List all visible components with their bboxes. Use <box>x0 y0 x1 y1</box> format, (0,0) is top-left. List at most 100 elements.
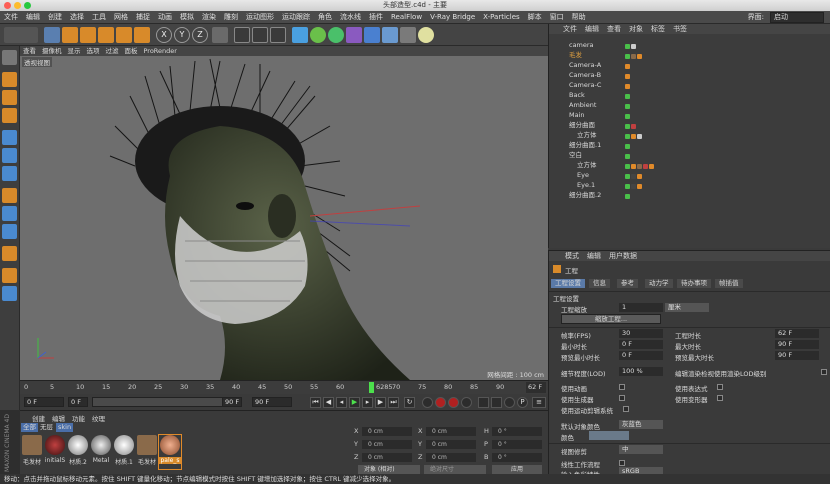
menu-xparticles[interactable]: X-Particles <box>479 11 523 24</box>
preview-min-field[interactable]: 0 F <box>619 351 663 360</box>
vp-menu-display[interactable]: 显示 <box>65 46 84 56</box>
axis-mode-icon[interactable] <box>2 188 17 203</box>
size-x-field[interactable]: 0 cm <box>426 427 476 436</box>
menu-animate[interactable]: 动画 <box>154 11 176 24</box>
apply-button[interactable]: 应用 <box>492 465 542 474</box>
object-row[interactable]: Ambient <box>549 100 830 110</box>
render-view-icon[interactable] <box>234 27 250 43</box>
menu-edit[interactable]: 编辑 <box>22 11 44 24</box>
menu-help[interactable]: 帮助 <box>568 11 590 24</box>
pos-z-field[interactable]: 0 cm <box>362 453 412 462</box>
material-swatch[interactable]: initialS <box>44 435 66 469</box>
floor-icon[interactable] <box>382 27 398 43</box>
pos-y-field[interactable]: 0 cm <box>362 440 412 449</box>
filter-no-layer[interactable]: 无层 <box>38 423 55 432</box>
menu-file[interactable]: 文件 <box>0 11 22 24</box>
edges-mode-icon[interactable] <box>2 148 17 163</box>
cloner-icon[interactable] <box>346 27 362 43</box>
menu-character[interactable]: 角色 <box>314 11 336 24</box>
goto-end-button[interactable]: ⏭ <box>388 397 399 408</box>
mat-menu-texture[interactable]: 纹理 <box>92 413 105 423</box>
end-frame-field[interactable]: 90 F <box>252 397 292 407</box>
use-animation-checkbox[interactable] <box>619 384 625 390</box>
size-mode-select[interactable]: 绝对尺寸 <box>424 465 486 474</box>
scale-unit-select[interactable]: 厘米 <box>665 303 709 312</box>
use-motion-system-checkbox[interactable] <box>623 406 629 412</box>
loop-button[interactable]: ↻ <box>404 397 415 408</box>
object-row[interactable]: 细分曲面.1 <box>549 140 830 150</box>
linear-workflow-checkbox[interactable] <box>619 460 625 466</box>
tab-key-interpolation[interactable]: 帧插值 <box>715 279 743 288</box>
om-menu-objects[interactable]: 对象 <box>625 24 647 34</box>
position-key-icon[interactable] <box>478 397 489 408</box>
menu-mesh[interactable]: 网格 <box>110 11 132 24</box>
workplane-icon[interactable] <box>2 108 17 123</box>
perspective-viewport[interactable]: 透视视图 网格间距 : 100 cm <box>20 56 548 380</box>
om-menu-bookmarks[interactable]: 书签 <box>669 24 691 34</box>
material-swatch[interactable]: 材质.2 <box>67 435 89 469</box>
next-key-button[interactable]: ▶ <box>375 397 386 408</box>
x-axis-icon[interactable]: X <box>156 27 172 43</box>
timeline-ruler[interactable]: 0 5 10 15 20 25 30 35 40 45 50 55 60 70 … <box>20 380 548 394</box>
menu-window[interactable]: 窗口 <box>546 11 568 24</box>
filter-skin[interactable]: skin <box>56 423 74 432</box>
object-row[interactable]: Eye <box>549 170 830 180</box>
keyframe-selection-icon[interactable] <box>461 397 472 408</box>
autokey-icon[interactable] <box>448 397 459 408</box>
menu-mograph[interactable]: 运动图形 <box>242 11 278 24</box>
goto-start-button[interactable]: ⏮ <box>310 397 321 408</box>
max-time-field[interactable]: 90 F <box>775 340 819 349</box>
om-menu-file[interactable]: 文件 <box>559 24 581 34</box>
object-row[interactable]: 立方体 <box>549 130 830 140</box>
menu-vray[interactable]: V-Ray Bridge <box>426 11 479 24</box>
vp-menu-prorender[interactable]: ProRender <box>141 46 180 56</box>
light-icon[interactable] <box>418 27 434 43</box>
attr-menu-userdata[interactable]: 用户数据 <box>605 252 641 260</box>
object-row[interactable]: 细分曲面 <box>549 120 830 130</box>
view-clip-select[interactable]: 中 <box>619 445 663 454</box>
next-frame-button[interactable]: ▸ <box>362 397 373 408</box>
material-swatch[interactable]: 毛发材 <box>136 435 158 469</box>
record-icon[interactable] <box>435 397 446 408</box>
max-frame-field[interactable]: 90 F <box>222 397 242 407</box>
color-swatch[interactable] <box>589 431 629 440</box>
size-z-field[interactable]: 0 cm <box>426 453 476 462</box>
param-key-icon[interactable]: P <box>517 397 528 408</box>
solo-icon[interactable] <box>2 224 17 239</box>
material-swatch[interactable]: 毛发材 <box>21 435 43 469</box>
menu-plugins[interactable]: 插件 <box>365 11 387 24</box>
rotation-key-icon[interactable] <box>504 397 515 408</box>
object-row[interactable]: Eye.1 <box>549 180 830 190</box>
minimize-button[interactable] <box>14 2 21 9</box>
coord-mode-select[interactable]: 对象 (相对) <box>358 465 420 474</box>
y-axis-icon[interactable]: Y <box>174 27 190 43</box>
object-row[interactable]: 细分曲面.2 <box>549 190 830 200</box>
undo-redo-group[interactable] <box>4 27 38 43</box>
menu-tools[interactable]: 工具 <box>88 11 110 24</box>
play-button[interactable]: ▶ <box>349 397 360 408</box>
render-lod-checkbox[interactable] <box>821 369 827 375</box>
scale-project-button[interactable]: 缩放工程... <box>561 314 661 324</box>
use-expressions-checkbox[interactable] <box>717 384 723 390</box>
interface-select[interactable]: 启动 <box>770 12 824 23</box>
project-time-field[interactable]: 62 F <box>775 329 819 338</box>
camera-icon[interactable] <box>400 27 416 43</box>
rot-h-field[interactable]: 0 ° <box>492 427 542 436</box>
cube-icon[interactable] <box>292 27 308 43</box>
menu-sculpt[interactable]: 雕刻 <box>220 11 242 24</box>
live-select-icon[interactable] <box>62 27 78 43</box>
pen-spline-icon[interactable] <box>310 27 326 43</box>
default-color-select[interactable]: 灰蓝色 <box>619 420 663 429</box>
menu-simulate[interactable]: 模拟 <box>176 11 198 24</box>
zoom-button[interactable] <box>24 2 31 9</box>
add-icon[interactable] <box>134 27 150 43</box>
pos-x-field[interactable]: 0 cm <box>362 427 412 436</box>
object-row[interactable]: Back <box>549 90 830 100</box>
filter-all[interactable]: 全部 <box>21 423 38 432</box>
object-row[interactable]: Camera-A <box>549 60 830 70</box>
scale-field[interactable]: 1 <box>619 303 663 312</box>
object-row[interactable]: Camera-B <box>549 70 830 80</box>
coordinate-system-icon[interactable] <box>212 27 228 43</box>
menu-script[interactable]: 脚本 <box>524 11 546 24</box>
rot-p-field[interactable]: 0 ° <box>492 440 542 449</box>
